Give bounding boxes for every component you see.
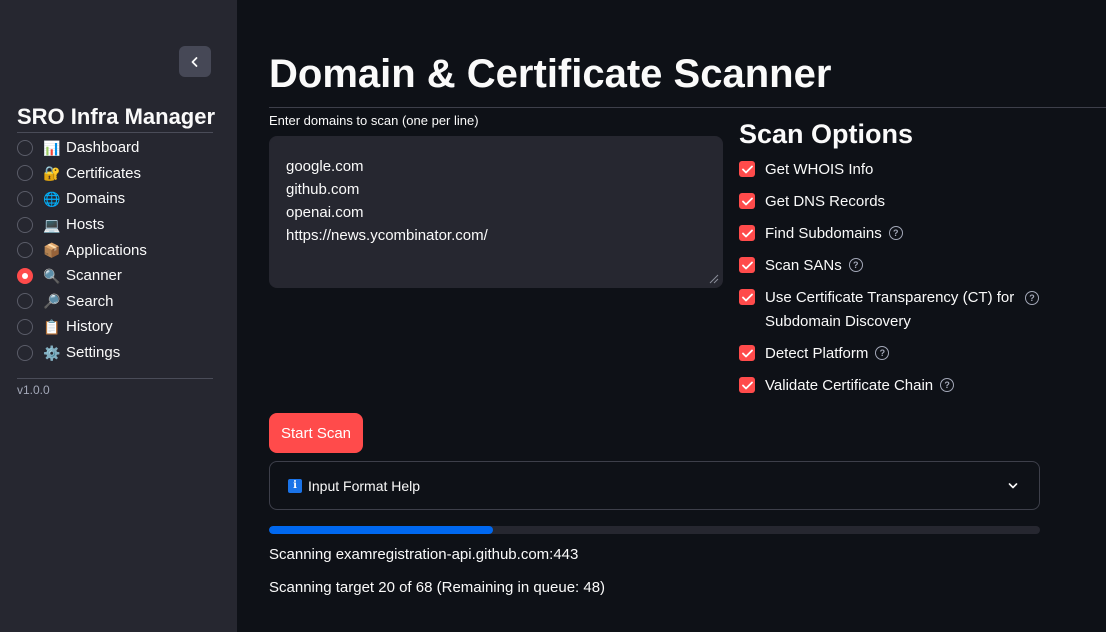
scan-status-current: Scanning examregistration-api.github.com…	[269, 546, 579, 563]
sidebar-item-history[interactable]: 📋 History	[17, 314, 217, 340]
magnifier-left-icon: 🔍	[43, 267, 61, 284]
scan-option-text: Use Certificate Transparency (CT) for Su…	[765, 289, 1015, 330]
page-title: Domain & Certificate Scanner	[269, 52, 832, 96]
checkbox-checked-icon[interactable]	[739, 345, 755, 361]
scan-option-text: Get DNS Records	[765, 193, 886, 210]
help-tooltip-icon[interactable]: ?	[1025, 291, 1039, 305]
scan-option-text: Scan SANs	[765, 257, 842, 274]
nav-radio[interactable]	[17, 293, 33, 310]
sidebar-item-search[interactable]: 🔎 Search	[17, 289, 217, 315]
bar-chart-icon: 📊	[43, 139, 61, 156]
nav-radio[interactable]	[17, 216, 33, 233]
scan-option-label: Detect Platform?	[765, 342, 890, 366]
help-tooltip-icon[interactable]: ?	[888, 226, 903, 241]
checkbox-checked-icon[interactable]	[739, 377, 755, 393]
scan-progress-fill	[269, 526, 493, 534]
sidebar-item-hosts[interactable]: 💻 Hosts	[17, 212, 217, 238]
laptop-icon: 💻	[43, 216, 61, 233]
scan-option-label: Find Subdomains?	[765, 222, 903, 246]
help-tooltip-icon[interactable]: ?	[848, 258, 863, 273]
package-icon: 📦	[43, 242, 61, 259]
app-title: SRO Infra Manager	[17, 103, 215, 133]
sidebar-item-certificates[interactable]: 🔐 Certificates	[17, 161, 217, 187]
start-scan-button[interactable]: Start Scan	[269, 413, 363, 453]
chevron-down-icon	[1008, 483, 1018, 489]
scan-option-checkbox[interactable]: Get WHOIS Info	[739, 158, 873, 182]
sidebar-item-label: History	[66, 318, 113, 336]
sidebar-item-label: Settings	[66, 344, 121, 362]
nav-radio[interactable]	[17, 242, 33, 259]
sidebar-item-settings[interactable]: ⚙️ Settings	[17, 340, 217, 366]
nav-radio[interactable]	[17, 139, 33, 156]
clipboard-icon: 📋	[43, 318, 61, 335]
version-label: v1.0.0	[17, 383, 50, 397]
sidebar-item-label: Scanner	[66, 267, 122, 285]
sidebar: SRO Infra Manager 📊 Dashboard 🔐 Certificate…	[0, 0, 237, 632]
nav-radio[interactable]	[17, 344, 33, 361]
resize-grip-icon[interactable]	[707, 272, 719, 284]
scan-option-checkbox[interactable]: Use Certificate Transparency (CT) for Su…	[739, 286, 1039, 334]
checkbox-checked-icon[interactable]	[739, 257, 755, 273]
scan-option-checkbox[interactable]: Get DNS Records	[739, 190, 885, 214]
checkbox-checked-icon[interactable]	[739, 161, 755, 177]
sidebar-item-scanner[interactable]: 🔍 Scanner	[17, 263, 217, 289]
scan-option-label: Validate Certificate Chain?	[765, 374, 955, 398]
sidebar-item-label: Hosts	[66, 216, 105, 234]
checkbox-checked-icon[interactable]	[739, 289, 755, 305]
sidebar-item-domains[interactable]: 🌐 Domains	[17, 186, 217, 212]
scan-option-text: Validate Certificate Chain	[765, 377, 934, 394]
collapse-sidebar-button[interactable]	[179, 46, 211, 77]
scan-option-label: Scan SANs?	[765, 254, 863, 278]
help-tooltip-icon[interactable]: ?	[875, 346, 890, 361]
sidebar-item-label: Applications	[66, 241, 147, 259]
scan-option-text: Detect Platform	[765, 345, 869, 362]
info-icon: i	[288, 478, 302, 493]
sidebar-item-label: Search	[66, 292, 114, 310]
nav-radio[interactable]	[17, 318, 33, 335]
scan-option-label: Get DNS Records	[765, 190, 885, 214]
sidebar-item-applications[interactable]: 📦 Applications	[17, 237, 217, 263]
sidebar-item-label: Domains	[66, 190, 126, 208]
scan-option-label: Get WHOIS Info	[765, 158, 873, 182]
scan-progress-bar	[269, 526, 1040, 534]
scan-options-heading: Scan Options	[739, 119, 914, 149]
navigation-radio-group: 📊 Dashboard 🔐 Certificates 🌐 Domains 💻 Hosts 📦 Ap…	[17, 135, 217, 365]
scan-option-text: Get WHOIS Info	[765, 161, 874, 178]
checkbox-checked-icon[interactable]	[739, 193, 755, 209]
sidebar-item-label: Dashboard	[66, 139, 140, 157]
gear-icon: ⚙️	[43, 344, 61, 361]
scan-option-checkbox[interactable]: Detect Platform?	[739, 342, 890, 366]
nav-radio[interactable]	[17, 165, 33, 182]
scan-option-text: Find Subdomains	[765, 225, 882, 242]
scan-option-checkbox[interactable]: Find Subdomains?	[739, 222, 903, 246]
input-format-help-expander[interactable]: i Input Format Help	[269, 461, 1040, 510]
globe-icon: 🌐	[43, 190, 61, 207]
scan-option-label: Use Certificate Transparency (CT) for Su…	[765, 286, 1021, 334]
sidebar-divider	[17, 378, 213, 379]
scan-option-checkbox[interactable]: Validate Certificate Chain?	[739, 374, 955, 398]
scan-status-queue: Scanning target 20 of 68 (Remaining in q…	[269, 579, 606, 596]
checkbox-checked-icon[interactable]	[739, 225, 755, 241]
lock-key-icon: 🔐	[43, 165, 61, 182]
chevron-left-icon	[191, 56, 198, 67]
magnifier-right-icon: 🔎	[43, 293, 61, 310]
title-divider	[269, 107, 1106, 108]
nav-radio[interactable]	[17, 190, 33, 207]
domains-textarea[interactable]: google.com github.com openai.com https:/…	[269, 136, 723, 288]
expander-label: Input Format Help	[308, 477, 421, 494]
sidebar-item-label: Certificates	[66, 164, 142, 182]
domains-input-label: Enter domains to scan (one per line)	[269, 113, 479, 128]
help-tooltip-icon[interactable]: ?	[940, 378, 955, 393]
nav-radio[interactable]	[17, 267, 33, 284]
scan-option-checkbox[interactable]: Scan SANs?	[739, 254, 863, 278]
sidebar-item-dashboard[interactable]: 📊 Dashboard	[17, 135, 217, 161]
